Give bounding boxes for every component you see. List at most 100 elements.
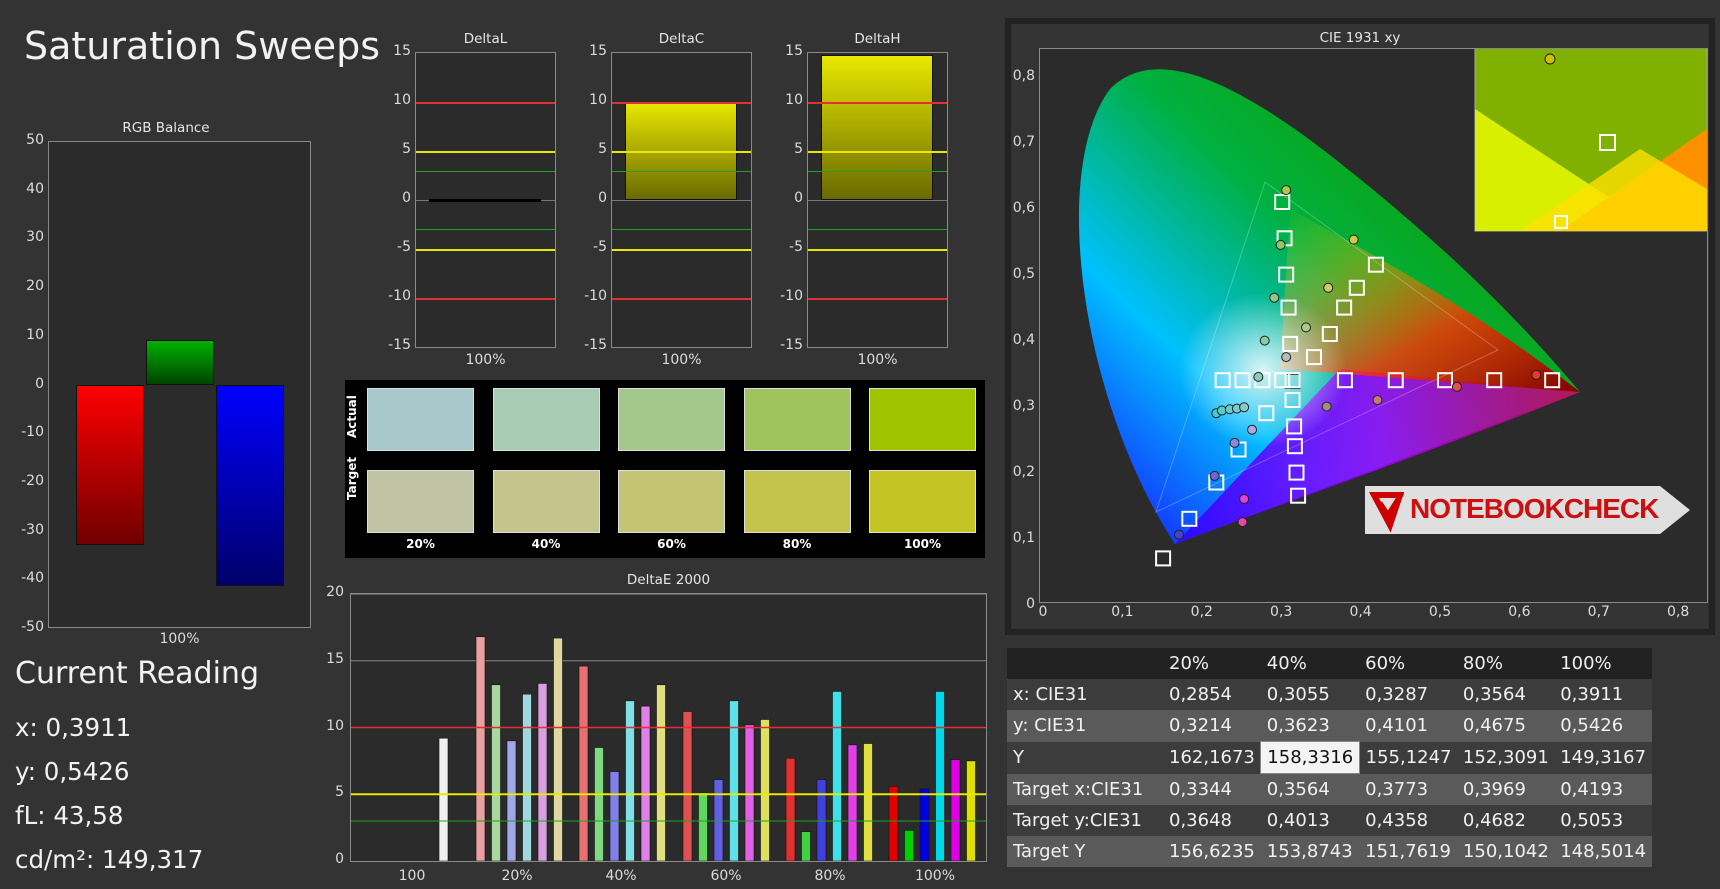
table-cell[interactable]: 149,3167	[1554, 741, 1652, 774]
delta-x-label: 100%	[465, 352, 506, 368]
rgb-y-tick: 20	[26, 278, 44, 295]
target-swatch	[492, 470, 600, 533]
table-cell[interactable]: 0,4193	[1554, 773, 1652, 805]
cie-measured-point	[1281, 185, 1292, 196]
table-cell[interactable]: 0,3344	[1163, 773, 1261, 805]
delta-y-tick: 5	[598, 141, 607, 157]
reading-cdm2: cd/m²: 149,317	[15, 845, 204, 874]
delta-x-label: 100%	[661, 352, 702, 368]
delta-y-tick: -10	[584, 288, 607, 304]
table-cell[interactable]: 162,1673	[1163, 741, 1261, 774]
cie-measured-point	[1269, 292, 1280, 303]
table-row[interactable]: Y 162,1673 158,3316 155,1247 152,3091 149,316…	[1007, 741, 1652, 774]
deltae-title: DeltaE 2000	[626, 572, 711, 588]
deltae-bar	[729, 700, 739, 861]
deltae-x-label: 80%	[814, 868, 846, 884]
cie-x-tick: 0,2	[1190, 604, 1213, 620]
red-balance-bar	[76, 385, 144, 545]
deltae-bar	[698, 792, 708, 861]
deltae-plot	[350, 593, 987, 862]
deltae-y-tick: 15	[326, 650, 344, 667]
table-row[interactable]: y: CIE31 0,3214 0,3623 0,4101 0,4675 0,5426	[1007, 710, 1652, 742]
cie-measured-point	[1323, 282, 1334, 293]
page-title: Saturation Sweeps	[24, 24, 381, 68]
table-row[interactable]: Target Y 156,6235 153,8743 151,7619 150,1042…	[1007, 836, 1652, 867]
table-cell[interactable]: 151,7619	[1359, 836, 1457, 867]
rgb-y-tick: 40	[26, 180, 44, 197]
deltae-bar	[966, 760, 976, 861]
cie-measured-point	[1531, 369, 1542, 380]
actual-swatch	[743, 388, 851, 451]
table-cell[interactable]: 155,1247	[1359, 741, 1457, 774]
deltae-x-label: 40%	[605, 868, 637, 884]
cie-measured-point	[1275, 239, 1286, 250]
deltah-bar	[821, 54, 933, 200]
threshold-line	[808, 170, 947, 172]
zero-line	[808, 200, 947, 201]
table-cell[interactable]: 0,4675	[1456, 710, 1555, 742]
delta-y-tick: 10	[393, 92, 411, 108]
table-row[interactable]: Target x:CIE31 0,3344 0,3564 0,3773 0,3969 0,…	[1007, 773, 1652, 805]
green-balance-bar	[146, 340, 214, 385]
table-cell[interactable]: 0,3287	[1359, 679, 1457, 710]
rgb-balance-title: RGB Balance	[122, 120, 210, 136]
table-cell[interactable]: 0,3648	[1163, 805, 1261, 836]
table-cell[interactable]: 0,3564	[1456, 679, 1555, 710]
table-cell[interactable]: 0,4101	[1359, 710, 1457, 742]
table-row[interactable]: Target y:CIE31 0,3648 0,4013 0,4358 0,4682 0,…	[1007, 805, 1652, 836]
threshold-line	[416, 170, 555, 172]
table-cell[interactable]: 148,5014	[1554, 836, 1652, 867]
deltae-bar	[506, 740, 517, 861]
target-swatch	[618, 470, 725, 533]
blue-balance-bar	[216, 385, 284, 586]
delta-y-tick: -5	[397, 239, 411, 255]
actual-swatch	[492, 388, 600, 451]
cie-y-tick: 0,7	[1012, 134, 1035, 150]
rgb-balance-x-label: 100%	[159, 631, 200, 647]
table-cell[interactable]: 0,3773	[1359, 773, 1457, 805]
rgb-y-tick: 30	[26, 229, 44, 246]
rgb-y-tick: -50	[21, 619, 44, 635]
table-header-row: 20% 40% 60% 80% 100%	[1007, 648, 1652, 679]
table-cell[interactable]: 0,3623	[1260, 710, 1360, 742]
table-cell[interactable]: 156,6235	[1163, 836, 1261, 867]
table-cell[interactable]: 0,4013	[1260, 805, 1360, 836]
table-cell[interactable]: 0,2854	[1163, 679, 1261, 710]
table-cell[interactable]: 152,3091	[1456, 741, 1555, 774]
table-cell[interactable]: 153,8743	[1260, 836, 1360, 867]
deltae-bar	[578, 665, 589, 861]
cie-x-tick: 0,7	[1587, 604, 1610, 620]
table-cell[interactable]: 0,3564	[1260, 773, 1360, 805]
table-cell[interactable]: 0,3214	[1163, 710, 1261, 742]
table-cell[interactable]: 150,1042	[1456, 836, 1555, 867]
swatch-panel: Actual Target 20% 40% 60% 80% 100%	[345, 380, 985, 558]
table-cell[interactable]: 0,5053	[1554, 805, 1652, 836]
table-cell[interactable]: 0,5426	[1554, 710, 1652, 742]
table-cell[interactable]: 0,3055	[1260, 679, 1360, 710]
delta-y-tick: 10	[785, 92, 803, 108]
cie-measured-point	[1239, 402, 1250, 413]
threshold-line	[612, 151, 751, 153]
cie-y-tick: 0,6	[1012, 200, 1035, 216]
rgb-y-tick: 10	[26, 326, 44, 343]
table-row[interactable]: x: CIE31 0,2854 0,3055 0,3287 0,3564 0,3911	[1007, 679, 1652, 710]
cie-y-tick: 0,8	[1012, 68, 1035, 84]
deltae-y-tick: 10	[326, 717, 344, 734]
table-row-label: Target y:CIE31	[1007, 805, 1163, 836]
cie-measured-point	[1301, 322, 1312, 333]
table-cell[interactable]: 0,4358	[1359, 805, 1457, 836]
delta-y-tick: 5	[402, 141, 411, 157]
cie-y-tick: 0	[1026, 596, 1035, 612]
deltae-bar	[522, 693, 532, 861]
actual-swatch	[618, 388, 725, 451]
swatch-label: 40%	[531, 537, 561, 551]
cie-y-tick: 0,5	[1012, 266, 1035, 282]
table-cell[interactable]: 0,3969	[1456, 773, 1555, 805]
cie-target-square	[1155, 550, 1172, 567]
threshold-line	[416, 249, 555, 251]
table-cell[interactable]: 0,3911	[1554, 679, 1652, 710]
table-cell[interactable]: 0,4682	[1456, 805, 1555, 836]
deltae-bar	[609, 771, 620, 861]
cie-measured-point	[1173, 529, 1184, 540]
table-cell[interactable]: 158,3316	[1260, 741, 1360, 774]
